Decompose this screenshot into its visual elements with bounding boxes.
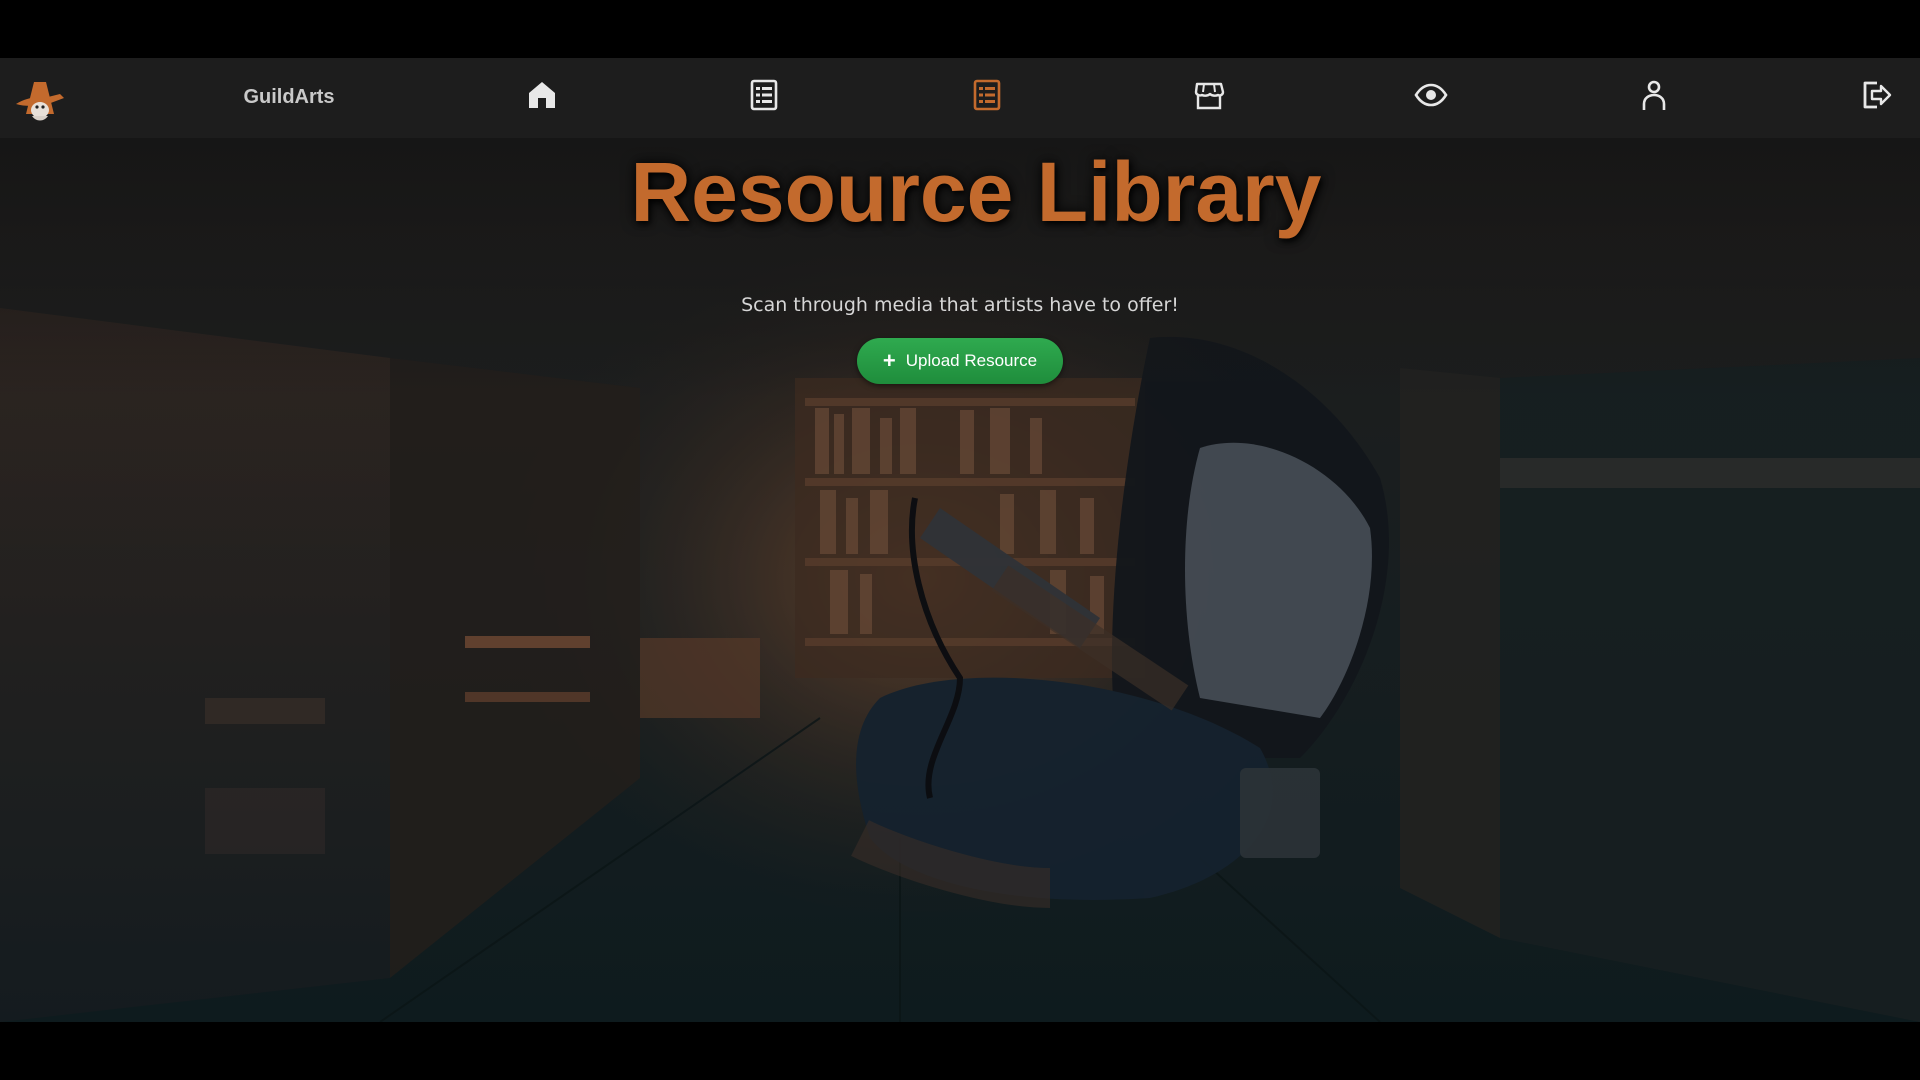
page-title: Resource Library	[630, 145, 1322, 239]
upload-resource-label: Upload Resource	[905, 351, 1038, 370]
top-navbar: GuildArts	[0, 58, 1920, 138]
list-icon[interactable]	[744, 75, 784, 115]
home-icon[interactable]	[522, 75, 562, 115]
upload-resource-button[interactable]: + Upload Resource	[857, 338, 1063, 384]
eye-icon[interactable]	[1411, 75, 1451, 115]
guildarts-logo[interactable]	[12, 76, 66, 122]
user-icon[interactable]	[1634, 75, 1674, 115]
brand-name[interactable]: GuildArts	[200, 86, 378, 109]
logout-icon[interactable]	[1856, 75, 1896, 115]
resource-list-icon[interactable]	[967, 75, 1007, 115]
letterbox-bottom	[0, 1022, 1920, 1080]
page-subtitle: Scan through media that artists have to …	[741, 294, 1179, 316]
letterbox-top	[0, 0, 1920, 58]
plus-icon: +	[882, 348, 896, 373]
store-icon[interactable]	[1189, 75, 1229, 115]
app-window: GuildArts Resource Library Scan through …	[0, 58, 1920, 1022]
